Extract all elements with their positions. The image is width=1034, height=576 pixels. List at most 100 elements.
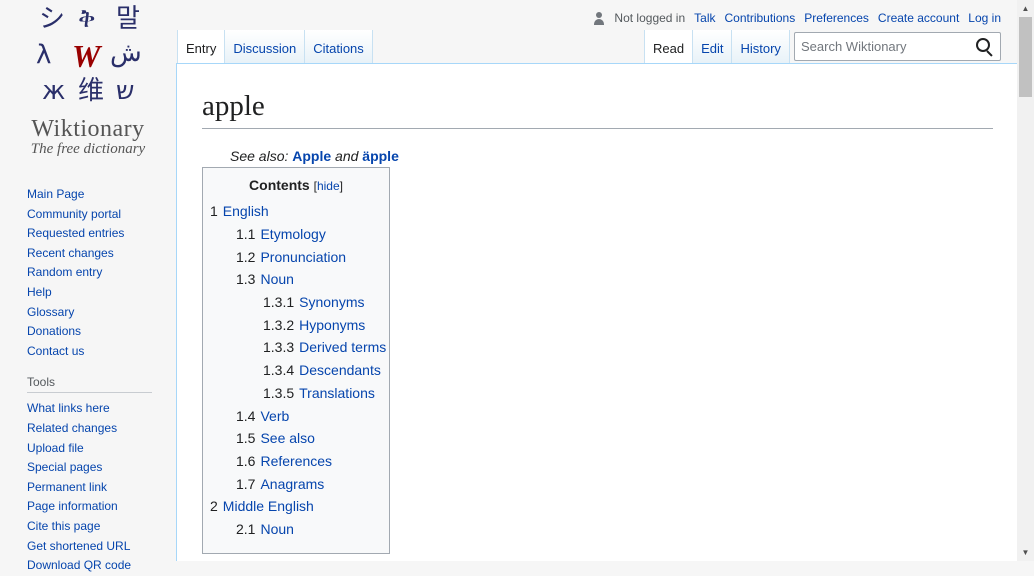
namespace-tabs: Entry Discussion Citations — [177, 30, 373, 64]
toc-link[interactable]: 1.1 Etymology — [236, 226, 326, 242]
toc-link[interactable]: 1.3.4 Descendants — [263, 362, 381, 378]
see-also-hatnote: See also: Apple and äpple — [230, 148, 993, 164]
toc-label: References — [260, 452, 333, 469]
search-input[interactable] — [795, 38, 970, 55]
toc-link[interactable]: 1.3 Noun — [236, 271, 294, 287]
sidebar-item-recent-changes[interactable]: Recent changes — [27, 246, 114, 260]
sidebar-item-download-qr-code[interactable]: Download QR code — [27, 558, 131, 572]
log-in-link[interactable]: Log in — [968, 11, 1001, 25]
toc-link[interactable]: 1 English — [210, 203, 269, 219]
sidebar-item-help[interactable]: Help — [27, 285, 52, 299]
toc-link[interactable]: 1.6 References — [236, 453, 332, 469]
create-account-link[interactable]: Create account — [878, 11, 959, 25]
toc-item: 1.1 Etymology — [210, 223, 382, 246]
sidebar-item-special-pages[interactable]: Special pages — [27, 460, 102, 474]
page-title: apple — [202, 88, 993, 130]
sidebar-item-related-changes[interactable]: Related changes — [27, 421, 117, 435]
sidebar-item-page-information[interactable]: Page information — [27, 499, 118, 513]
toc-number: 1.3.3 — [263, 339, 295, 356]
toc-item: 1.2 Pronunciation — [210, 246, 382, 269]
toc-title: Contents — [249, 177, 310, 194]
toc-label: Anagrams — [260, 475, 325, 492]
toc-item: 2 Middle English — [210, 495, 382, 518]
see-also-link-apple-umlaut[interactable]: äpple — [362, 148, 399, 164]
toc-link[interactable]: 2.1 Noun — [236, 521, 294, 537]
wiktionary-logo[interactable]: シ ቅ 말 λ W ش ж 维 ש Wiktionary The free di… — [0, 0, 176, 170]
toc-label: Middle English — [222, 498, 314, 515]
preferences-link[interactable]: Preferences — [804, 11, 869, 25]
tab-read[interactable]: Read — [644, 30, 694, 64]
page-scrollbar[interactable]: ▲ ▼ — [1017, 0, 1034, 561]
sidebar-item-glossary[interactable]: Glossary — [27, 305, 74, 319]
sidebar-item-main-page[interactable]: Main Page — [27, 187, 84, 201]
toc-link[interactable]: 1.3.1 Synonyms — [263, 294, 365, 310]
scrollbar-thumb[interactable] — [1019, 17, 1032, 97]
toc-link[interactable]: 2 Middle English — [210, 498, 314, 514]
toc-link[interactable]: 1.3.2 Hyponyms — [263, 317, 365, 333]
toc-label: Translations — [299, 384, 375, 401]
scroll-down-arrow-icon[interactable]: ▼ — [1017, 544, 1034, 561]
tab-discussion-label[interactable]: Discussion — [233, 41, 296, 56]
toc-hide-toggle[interactable]: hide — [317, 179, 340, 193]
tab-entry-label[interactable]: Entry — [186, 41, 216, 56]
toc-number: 1.6 — [236, 452, 256, 469]
toc-label: Synonyms — [299, 294, 365, 311]
tab-edit-label[interactable]: Edit — [701, 41, 723, 56]
toc-number: 1.3.2 — [263, 316, 295, 333]
toc-link[interactable]: 1.2 Pronunciation — [236, 249, 346, 265]
toc-item: 1.5 See also — [210, 427, 382, 450]
tab-history[interactable]: History — [732, 30, 790, 64]
toc-link[interactable]: 1.3.5 Translations — [263, 385, 375, 401]
sidebar-item-cite-this-page[interactable]: Cite this page — [27, 519, 100, 533]
logo-glyph: ش — [110, 38, 142, 68]
logo-glyph: ж — [42, 76, 66, 106]
sidebar-item-requested-entries[interactable]: Requested entries — [27, 226, 124, 240]
search-icon[interactable] — [970, 33, 998, 60]
see-also-prefix: See also: — [230, 148, 289, 165]
toc-number: 2 — [210, 498, 218, 515]
toc-number: 1.3.1 — [263, 294, 295, 311]
toc-number: 1.5 — [236, 430, 256, 447]
tab-history-label[interactable]: History — [740, 41, 780, 56]
sidebar-item-upload-file[interactable]: Upload file — [27, 441, 84, 455]
tab-edit[interactable]: Edit — [693, 30, 733, 64]
tab-citations-label[interactable]: Citations — [313, 41, 364, 56]
tab-read-label[interactable]: Read — [653, 41, 684, 56]
sidebar-item-random-entry[interactable]: Random entry — [27, 265, 102, 279]
logo-glyph: ቅ — [78, 4, 96, 34]
tab-entry[interactable]: Entry — [177, 30, 226, 64]
toc-link[interactable]: 1.4 Verb — [236, 408, 289, 424]
toc-label: See also — [260, 430, 315, 447]
toc-label: Derived terms — [299, 339, 387, 356]
toc-label: Hyponyms — [299, 316, 366, 333]
toc-item: 1.3.1 Synonyms — [210, 291, 382, 314]
sidebar-item-community-portal[interactable]: Community portal — [27, 207, 121, 221]
toc-link[interactable]: 1.7 Anagrams — [236, 476, 324, 492]
toc-link[interactable]: 1.5 See also — [236, 430, 315, 446]
tab-citations[interactable]: Citations — [305, 30, 373, 64]
toc-label: Descendants — [299, 362, 381, 379]
tab-discussion[interactable]: Discussion — [225, 30, 306, 64]
sidebar-item-what-links-here[interactable]: What links here — [27, 401, 110, 415]
sidebar-item-contact-us[interactable]: Contact us — [27, 344, 84, 358]
scroll-up-arrow-icon[interactable]: ▲ — [1017, 0, 1034, 17]
sidebar-item-donations[interactable]: Donations — [27, 324, 81, 338]
toc-item: 1.6 References — [210, 450, 382, 473]
see-also-link-apple[interactable]: Apple — [292, 148, 331, 164]
contributions-link[interactable]: Contributions — [724, 11, 795, 25]
logo-glyph: ש — [116, 76, 135, 106]
talk-link[interactable]: Talk — [694, 11, 715, 25]
sidebar-item-get-shortened-url[interactable]: Get shortened URL — [27, 539, 130, 553]
toc-number: 1.1 — [236, 225, 256, 242]
toc-label: Etymology — [260, 225, 326, 242]
logo-tagline: The free dictionary — [30, 141, 146, 157]
toc-hide-bracket-close: ] — [339, 179, 343, 194]
toc-number: 1.4 — [236, 407, 256, 424]
sidebar-item-permanent-link[interactable]: Permanent link — [27, 480, 107, 494]
toc-item: 1.3.2 Hyponyms — [210, 314, 382, 337]
toc-link[interactable]: 1.3.3 Derived terms — [263, 339, 386, 355]
toc-item: 1.3 Noun — [210, 268, 382, 291]
toc-label: English — [222, 203, 269, 220]
table-of-contents: Contents [hide] 1 English 1.1 Etymology 1.2 P… — [202, 167, 390, 554]
toc-item: 1 English — [210, 200, 382, 223]
